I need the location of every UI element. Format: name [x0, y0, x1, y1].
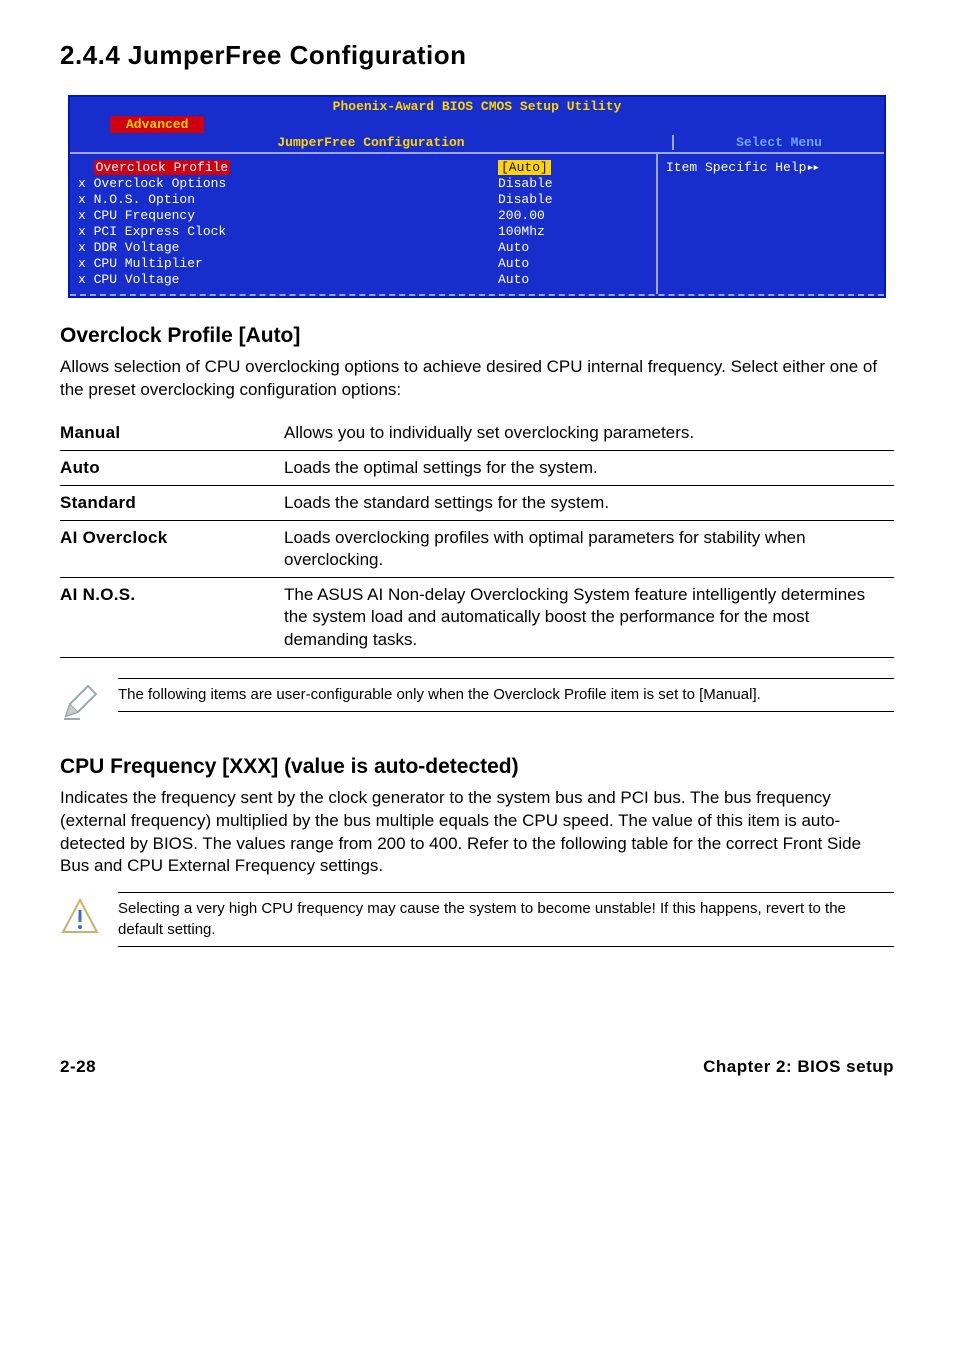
- bios-help-text: Item Specific Help: [666, 160, 806, 175]
- bios-settings-list: Overclock Profile[Auto]x Overclock Optio…: [70, 154, 658, 294]
- mode-description: Loads overclocking profiles with optimal…: [284, 521, 894, 578]
- table-row: AutoLoads the optimal settings for the s…: [60, 450, 894, 485]
- note-caution: Selecting a very high CPU frequency may …: [60, 892, 894, 947]
- bios-row-label: x N.O.S. Option: [78, 192, 498, 208]
- mode-name: Standard: [60, 486, 284, 521]
- bios-row-label: x CPU Frequency: [78, 208, 498, 224]
- bios-row: x CPU VoltageAuto: [70, 272, 656, 288]
- cpufreq-heading: CPU Frequency [XXX] (value is auto-detec…: [60, 755, 894, 779]
- cpufreq-heading-rest: (value is auto-detected): [284, 755, 519, 778]
- mode-description: The ASUS AI Non-delay Overclocking Syste…: [284, 578, 894, 657]
- bios-row-value: [Auto]: [498, 160, 648, 176]
- pencil-icon: [60, 682, 100, 727]
- mode-name: AI Overclock: [60, 521, 284, 578]
- caution-icon: [60, 896, 100, 941]
- cpufreq-body: Indicates the frequency sent by the cloc…: [60, 787, 894, 879]
- overclock-heading: Overclock Profile [Auto]: [60, 324, 894, 348]
- mode-name: AI N.O.S.: [60, 578, 284, 657]
- bios-row-value: Disable: [498, 192, 648, 208]
- table-row: ManualAllows you to individually set ove…: [60, 416, 894, 451]
- page-footer: 2-28 Chapter 2: BIOS setup: [60, 1057, 894, 1077]
- note-pencil-text: The following items are user-configurabl…: [118, 678, 894, 712]
- modes-table: ManualAllows you to individually set ove…: [60, 416, 894, 658]
- cpufreq-heading-bold: CPU Frequency [XXX]: [60, 755, 284, 778]
- bios-row: x CPU MultiplierAuto: [70, 256, 656, 272]
- bios-row-value: 200.00: [498, 208, 648, 224]
- bios-row: x PCI Express Clock100Mhz: [70, 224, 656, 240]
- section-heading: 2.4.4 JumperFree Configuration: [60, 40, 894, 71]
- mode-name: Auto: [60, 450, 284, 485]
- footer-chapter: Chapter 2: BIOS setup: [703, 1057, 894, 1077]
- mode-name: Manual: [60, 416, 284, 451]
- bios-row: x Overclock OptionsDisable: [70, 176, 656, 192]
- table-row: StandardLoads the standard settings for …: [60, 486, 894, 521]
- bios-row-label: x Overclock Options: [78, 176, 498, 192]
- bios-row-value: Auto: [498, 256, 648, 272]
- bios-subheader-right: Select Menu: [672, 135, 884, 150]
- mode-description: Loads the optimal settings for the syste…: [284, 450, 894, 485]
- bios-subheader-left: JumperFree Configuration: [70, 135, 672, 150]
- bios-row: x N.O.S. OptionDisable: [70, 192, 656, 208]
- bios-row: x DDR VoltageAuto: [70, 240, 656, 256]
- bios-row-value: Auto: [498, 240, 648, 256]
- bios-help-pane: Item Specific Help▸▸: [658, 154, 884, 294]
- bios-row-label: x DDR Voltage: [78, 240, 498, 256]
- help-arrows-icon: ▸▸: [806, 160, 818, 175]
- overclock-body: Allows selection of CPU overclocking opt…: [60, 356, 894, 402]
- bios-title: Phoenix-Award BIOS CMOS Setup Utility: [70, 97, 884, 116]
- bios-row-label: Overclock Profile: [78, 160, 498, 176]
- bios-row: Overclock Profile[Auto]: [70, 160, 656, 176]
- bios-subheader: JumperFree Configuration Select Menu: [70, 133, 884, 154]
- bios-row-value: Auto: [498, 272, 648, 288]
- note-pencil: The following items are user-configurabl…: [60, 678, 894, 727]
- mode-description: Allows you to individually set overclock…: [284, 416, 894, 451]
- footer-page-number: 2-28: [60, 1057, 96, 1077]
- table-row: AI OverclockLoads overclocking profiles …: [60, 521, 894, 578]
- note-caution-text: Selecting a very high CPU frequency may …: [118, 892, 894, 947]
- mode-description: Loads the standard settings for the syst…: [284, 486, 894, 521]
- bios-row-label: x CPU Voltage: [78, 272, 498, 288]
- bios-tab-advanced: Advanced: [110, 116, 204, 133]
- table-row: AI N.O.S.The ASUS AI Non-delay Overclock…: [60, 578, 894, 657]
- bios-row-label: x CPU Multiplier: [78, 256, 498, 272]
- bios-row-value: Disable: [498, 176, 648, 192]
- bios-row-value: 100Mhz: [498, 224, 648, 240]
- bios-row-label: x PCI Express Clock: [78, 224, 498, 240]
- bios-screenshot: Phoenix-Award BIOS CMOS Setup Utility Ad…: [68, 95, 886, 298]
- bios-row: x CPU Frequency200.00: [70, 208, 656, 224]
